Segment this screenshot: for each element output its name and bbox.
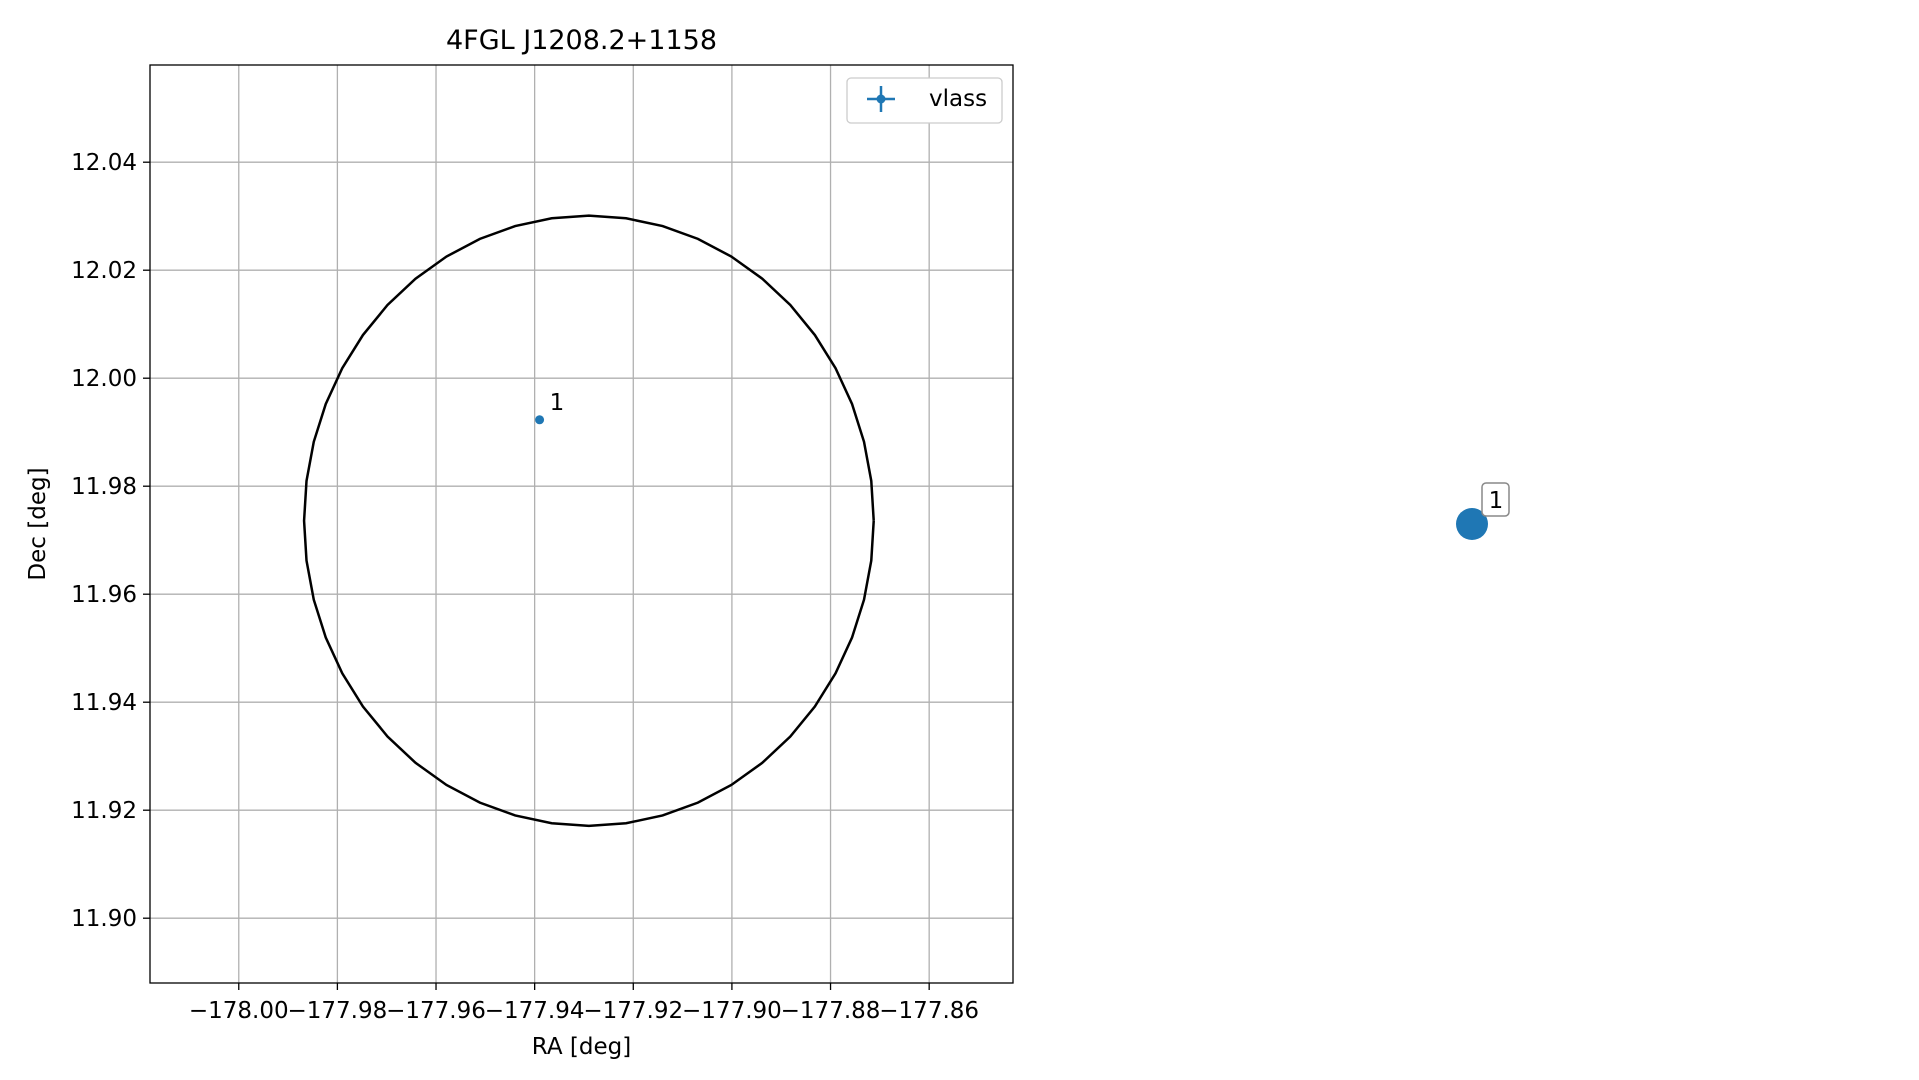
error-circle [302,214,875,828]
x-tick-label: −177.92 [583,998,683,1024]
x-tick-label: −177.96 [386,998,486,1024]
figure: 1 −178.00−177.98−177.96−177.94−177.92−17… [25,25,1510,1060]
x-tick-label: −177.90 [682,998,782,1024]
data-point [535,415,545,425]
y-tick-label: 11.96 [71,582,137,608]
y-tick-label: 11.90 [71,906,137,932]
grid [150,65,1013,983]
y-tick-label: 12.02 [71,258,137,284]
legend: vlass [846,77,1003,124]
x-tick-label: −178.00 [189,998,289,1024]
x-ticks: −178.00−177.98−177.96−177.94−177.92−177.… [189,983,979,1024]
y-ticks: 11.90 11.92 11.94 11.96 11.98 12.00 12.02 12.04 [71,150,150,932]
y-tick-label: 11.92 [71,798,137,824]
y-tick-label: 12.04 [71,150,137,176]
points-layer: 1 [535,390,564,425]
x-tick-label: −177.98 [288,998,388,1024]
y-tick-label: 12.00 [71,366,137,392]
x-axis-label: RA [deg] [532,1034,631,1060]
circle-layer [302,214,875,828]
legend-label-vlass: vlass [929,86,987,112]
y-tick-label: 11.98 [71,474,137,500]
marker-panel: 1 [1456,482,1510,540]
x-tick-label: −177.88 [781,998,881,1024]
chart-title: 4FGL J1208.2+1158 [446,25,717,56]
x-tick-label: −177.94 [485,998,585,1024]
x-tick-label: −177.86 [879,998,979,1024]
point-label: 1 [550,390,565,416]
plot-frame [149,64,1014,984]
y-tick-label: 11.94 [71,690,137,716]
big-marker-label: 1 [1489,488,1504,514]
y-axis-label: Dec [deg] [25,467,51,580]
